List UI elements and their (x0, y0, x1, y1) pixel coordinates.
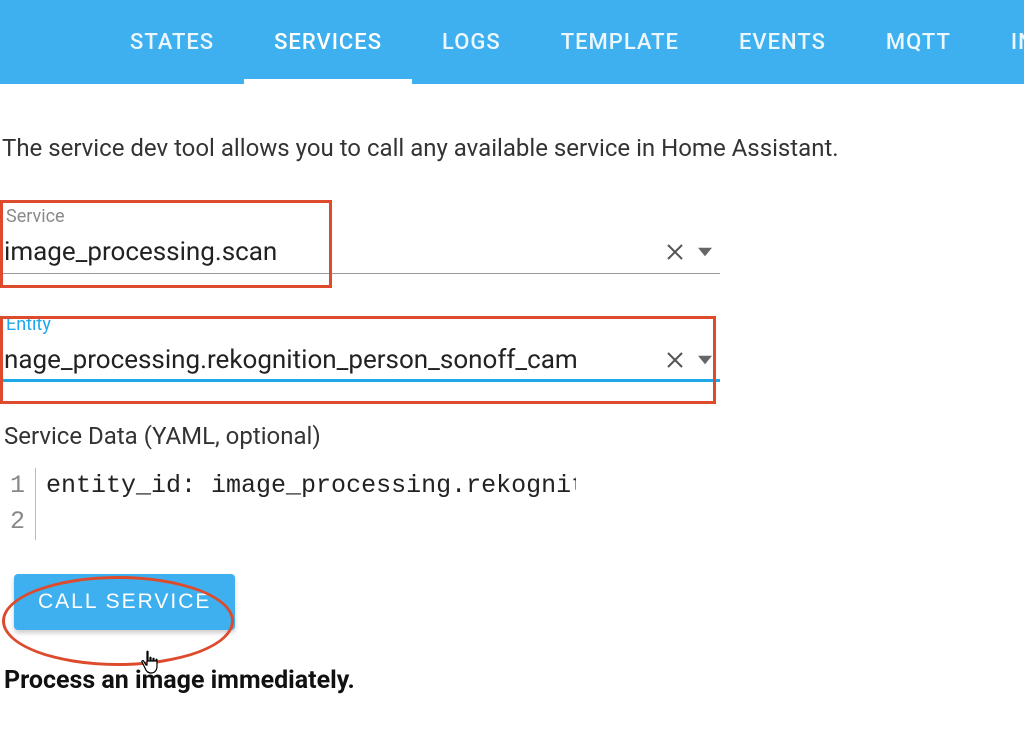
chevron-down-icon[interactable] (690, 237, 720, 267)
entity-label: Entity (0, 314, 1024, 335)
tab-states[interactable]: STATES (100, 0, 244, 84)
service-description: Process an image immediately. (0, 666, 1024, 695)
service-field: Service (0, 206, 1024, 274)
dev-tools-tabbar: STATES SERVICES LOGS TEMPLATE EVENTS MQT… (0, 0, 1024, 84)
clear-icon[interactable] (660, 345, 690, 375)
entity-field: Entity (0, 314, 1024, 382)
tab-mqtt[interactable]: MQTT (856, 0, 981, 84)
service-data-label: Service Data (YAML, optional) (0, 422, 1024, 450)
tab-info[interactable]: INFO (981, 0, 1024, 84)
entity-input[interactable] (4, 345, 660, 375)
tab-events[interactable]: EVENTS (709, 0, 856, 84)
chevron-down-icon[interactable] (690, 345, 720, 375)
tab-template[interactable]: TEMPLATE (531, 0, 709, 84)
clear-icon[interactable] (660, 237, 690, 267)
service-input[interactable] (4, 237, 660, 267)
tab-services[interactable]: SERVICES (244, 0, 412, 84)
service-data-editor[interactable]: 12 entity_id: image_processing.rekogniti… (0, 468, 1024, 540)
tab-logs[interactable]: LOGS (412, 0, 531, 84)
line-number-gutter: 12 (10, 468, 36, 540)
code-lines[interactable]: entity_id: image_processing.rekognition_… (36, 468, 576, 540)
service-label: Service (0, 206, 1024, 227)
call-service-button[interactable]: CALL SERVICE (14, 574, 235, 630)
intro-text: The service dev tool allows you to call … (0, 134, 1024, 162)
